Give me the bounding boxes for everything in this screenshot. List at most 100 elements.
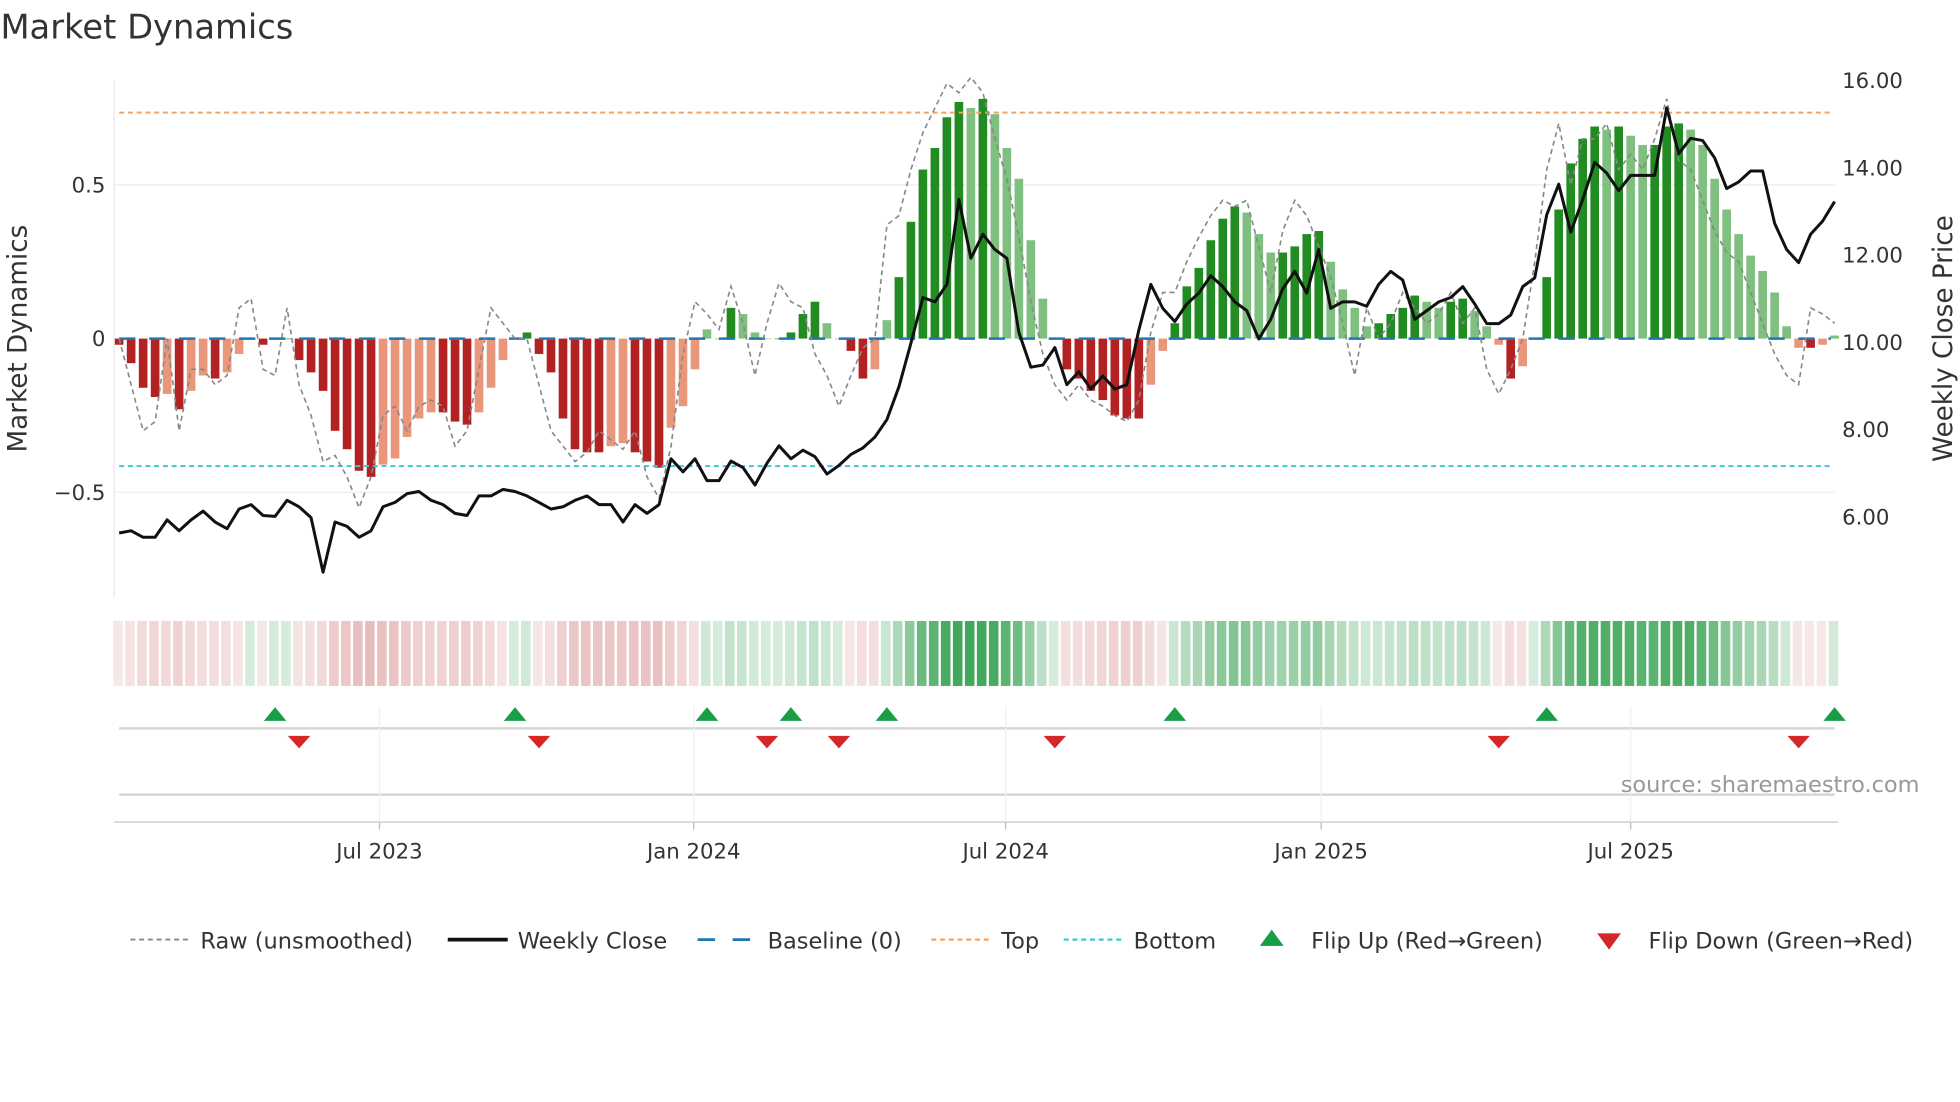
heat-cell	[928, 620, 939, 686]
heat-cell	[1792, 620, 1803, 686]
dynamics-bar	[1290, 246, 1300, 339]
dynamics-bar	[366, 338, 376, 477]
flip-down-icon	[1597, 933, 1621, 950]
heat-cell	[173, 620, 183, 686]
legend: Raw (unsmoothed) Weekly Close Baseline (0)…	[130, 928, 1913, 954]
heat-cell	[1036, 620, 1047, 686]
heat-cell	[1504, 620, 1515, 686]
heat-cell	[413, 620, 423, 686]
heat-cell	[820, 620, 831, 686]
dynamics-bar	[1062, 338, 1072, 370]
heat-cell	[808, 620, 819, 686]
dynamics-bar	[1458, 298, 1468, 339]
heat-cell	[1372, 620, 1383, 686]
flip-down-marker	[1787, 735, 1810, 749]
legend-label: Baseline (0)	[768, 928, 902, 954]
dynamics-bars	[114, 98, 1839, 477]
heat-cell	[964, 620, 975, 686]
dynamics-bar	[1746, 255, 1755, 339]
dynamics-bar	[810, 301, 820, 339]
heat-cell	[1708, 620, 1719, 686]
heat-cell	[1432, 620, 1443, 686]
dynamics-bar	[822, 323, 832, 339]
heat-cell	[533, 620, 543, 686]
heat-cell	[281, 620, 291, 686]
heat-cell	[1576, 620, 1587, 686]
dynamics-bar	[1026, 240, 1036, 339]
dynamics-bar	[378, 338, 388, 465]
dynamics-bar	[798, 314, 808, 339]
heat-cell	[1684, 620, 1695, 686]
heat-cell	[904, 620, 915, 686]
dynamics-bar	[1710, 178, 1719, 339]
heat-cell	[1216, 620, 1227, 686]
dynamics-bar	[462, 338, 472, 425]
market-dynamics-chart: Market Dynamics 0.5 0 −0.5 16.00 14.00 12.00…	[0, 8, 1959, 955]
heat-cell	[580, 620, 591, 686]
legend-item-up: Flip Up (Red→Green)	[1259, 928, 1543, 954]
legend-item-baseline: Baseline (0)	[697, 928, 902, 954]
y2-tick-label: 14.00	[1842, 156, 1903, 181]
heat-cell	[1696, 620, 1707, 686]
heat-cell	[1540, 620, 1551, 686]
flip-down-marker	[827, 735, 851, 749]
heat-cell	[1360, 620, 1371, 686]
dynamics-bar	[1230, 206, 1240, 339]
heat-cell	[1816, 620, 1827, 686]
heat-cell	[784, 620, 795, 686]
heat-cell	[221, 620, 231, 686]
heat-cell	[760, 620, 771, 686]
heat-cell	[592, 620, 603, 686]
flip-up-marker	[695, 707, 719, 721]
heat-cell	[1384, 620, 1395, 686]
dynamics-bar	[342, 338, 352, 450]
dynamics-bar	[150, 338, 160, 397]
heat-cell	[1612, 620, 1623, 686]
heat-cell	[449, 620, 459, 686]
dynamics-bar	[498, 338, 508, 361]
dynamics-bar	[1758, 270, 1767, 339]
dynamics-bar	[1794, 338, 1803, 348]
heat-cell	[317, 620, 327, 686]
flip-up-marker	[1823, 707, 1846, 721]
heat-cell	[604, 620, 615, 686]
dynamics-bar	[570, 338, 580, 450]
heat-cell	[1636, 620, 1647, 686]
heat-cell	[1744, 620, 1755, 686]
dynamics-bar	[330, 338, 340, 431]
heat-cell	[952, 620, 963, 686]
heat-cell	[1588, 620, 1599, 686]
y2-tick-label: 8.00	[1842, 418, 1889, 443]
dynamics-bar	[1662, 126, 1671, 339]
heat-cell	[724, 620, 735, 686]
heat-cell	[916, 620, 927, 686]
heat-cell	[712, 620, 723, 686]
heat-cell	[652, 620, 663, 686]
dynamics-bar	[1722, 209, 1731, 339]
dynamics-bar	[582, 338, 592, 453]
heat-cell	[497, 620, 507, 686]
heat-cell	[1024, 620, 1035, 686]
heat-cell	[628, 620, 639, 686]
legend-item-down: Flip Down (Green→Red)	[1597, 928, 1913, 954]
dynamics-bar	[690, 338, 700, 370]
heat-cell	[113, 620, 123, 686]
heat-cell	[569, 620, 579, 686]
dynamics-bar	[1806, 338, 1815, 348]
heat-cell	[988, 620, 999, 686]
heat-cell	[1132, 620, 1143, 686]
heat-cell	[401, 620, 411, 686]
y-tick-label: 0	[92, 327, 106, 352]
heat-cell	[1180, 620, 1191, 686]
heat-cell	[161, 620, 171, 686]
dynamics-bar	[1182, 286, 1192, 339]
heat-cell	[425, 620, 435, 686]
heat-cell	[832, 620, 843, 686]
heat-cell	[1276, 620, 1287, 686]
heat-cell	[473, 620, 483, 686]
heat-cell	[1528, 620, 1539, 686]
flip-down-marker	[1487, 735, 1510, 749]
legend-item-top: Top	[931, 928, 1039, 954]
heat-cell	[1264, 620, 1275, 686]
legend-item-raw: Raw (unsmoothed)	[130, 928, 413, 954]
